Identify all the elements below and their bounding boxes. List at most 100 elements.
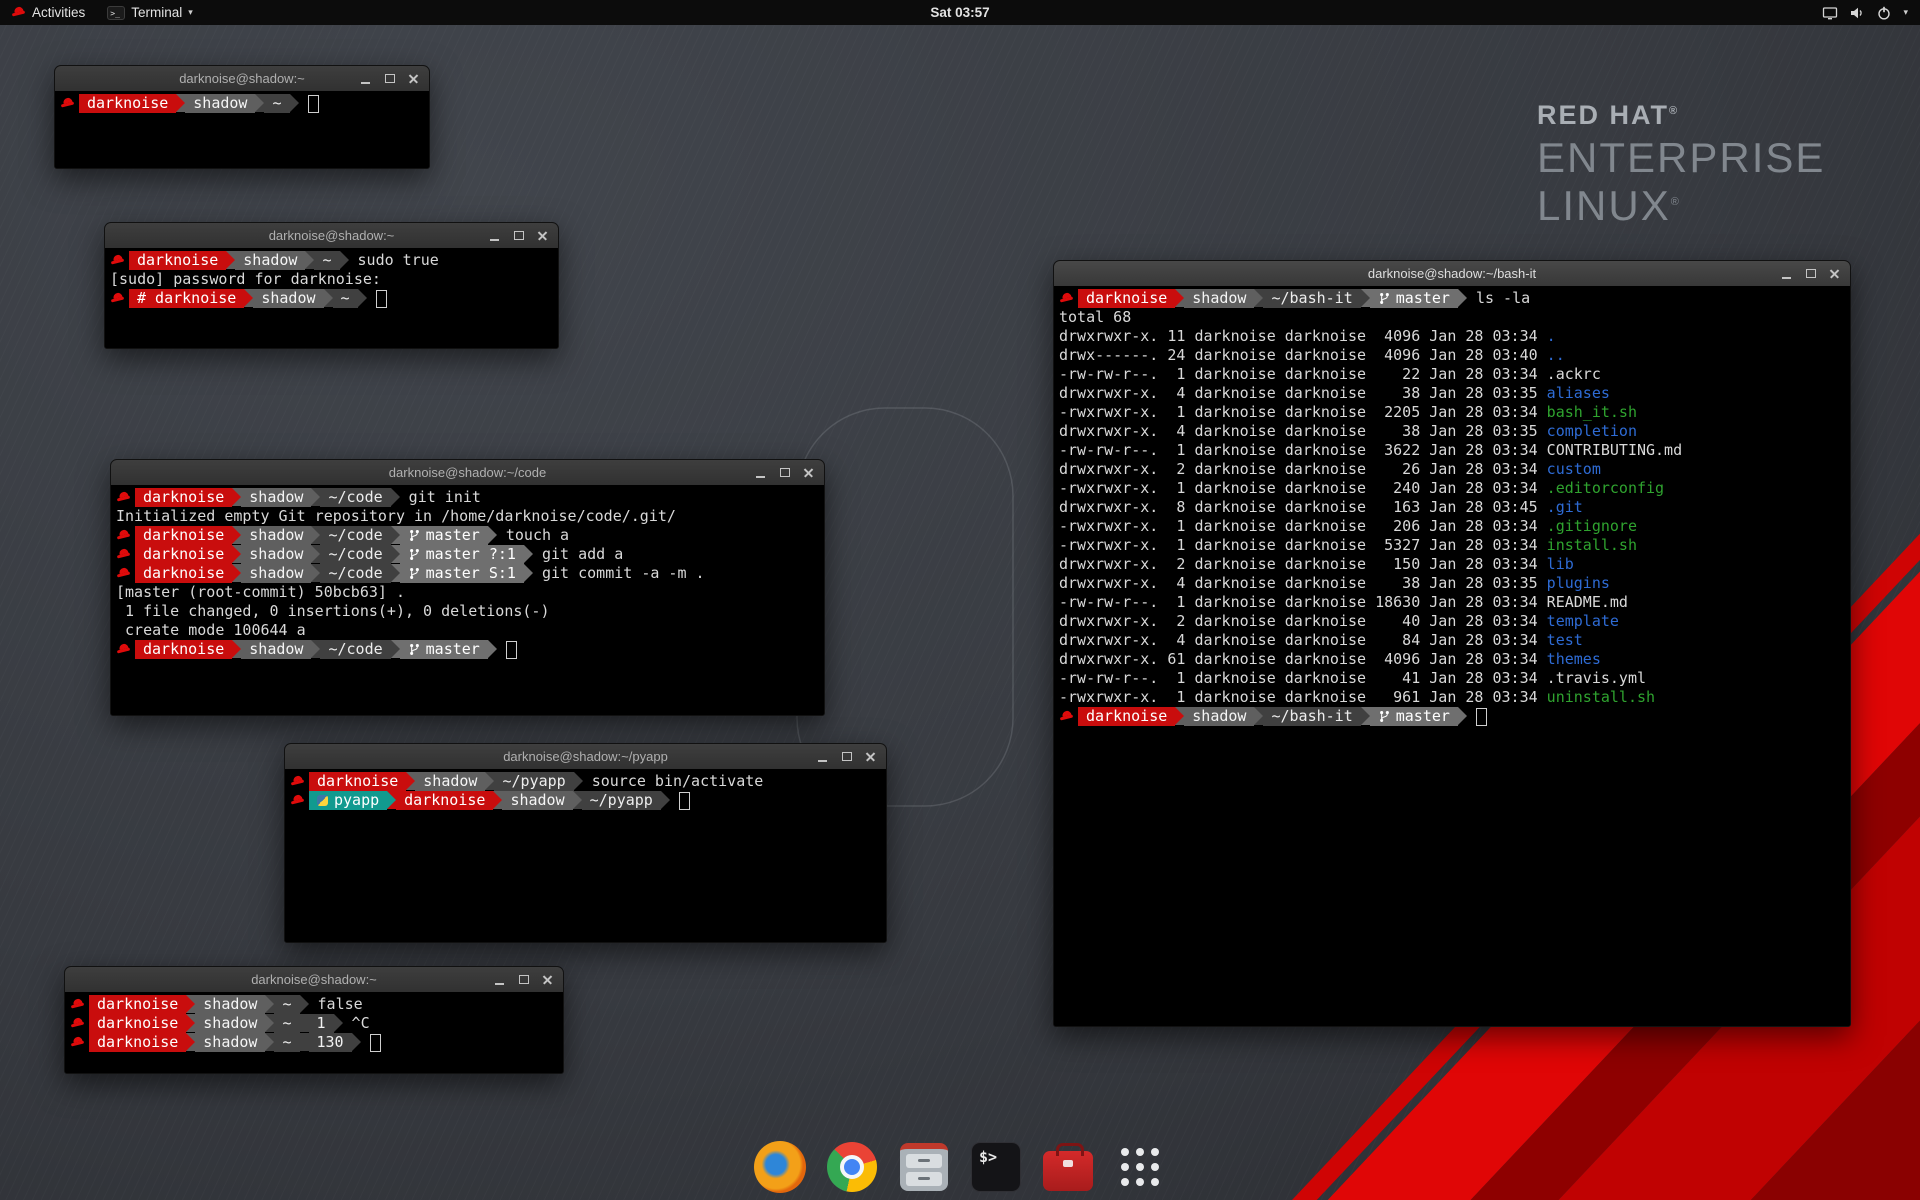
window-titlebar[interactable]: darknoise@shadow:~/bash-it <box>1054 261 1850 287</box>
display-icon[interactable] <box>1822 5 1838 21</box>
terminal-body[interactable]: darknoiseshadow~/bash-itmaster ls -latot… <box>1054 286 1850 1026</box>
terminal-window[interactable]: darknoise@shadow:~ darknoiseshadow~ fals… <box>64 966 564 1074</box>
terminal-text: template <box>1547 612 1619 631</box>
terminal-text: .git <box>1547 498 1583 517</box>
close-button[interactable] <box>533 226 552 245</box>
maximize-button[interactable] <box>837 747 856 766</box>
terminal-body[interactable]: darknoiseshadow~ falsedarknoiseshadow~1 … <box>65 992 563 1073</box>
prompt-segment-path: ~ <box>274 995 299 1014</box>
firefox-icon[interactable] <box>752 1139 808 1195</box>
prompt-segment-host: shadow <box>241 488 311 507</box>
terminal-line: [sudo] password for darknoise: <box>110 270 558 289</box>
minimize-button[interactable] <box>490 970 509 989</box>
file-cabinet-icon[interactable] <box>896 1139 952 1195</box>
window-titlebar[interactable]: darknoise@shadow:~/code <box>111 460 824 486</box>
activities-button[interactable]: Activities <box>0 0 96 25</box>
powerline-arrow <box>265 995 274 1013</box>
powerline-arrow <box>1254 707 1263 725</box>
close-button[interactable] <box>861 747 880 766</box>
powerline-arrow <box>300 995 309 1013</box>
branding-redhat: RED HAT® <box>1537 100 1825 131</box>
redhat-icon <box>1059 289 1075 308</box>
toolbox-icon[interactable] <box>1040 1139 1096 1195</box>
close-button[interactable] <box>538 970 557 989</box>
app-grid-icon[interactable] <box>1112 1139 1168 1195</box>
prompt-segment-path: ~ <box>274 1033 299 1052</box>
window-controls <box>356 69 423 88</box>
terminal-text: drwxrwxr-x. 11 darknoise darknoise 4096 … <box>1059 327 1547 346</box>
window-titlebar[interactable]: darknoise@shadow:~ <box>65 967 563 993</box>
close-button[interactable] <box>1825 264 1844 283</box>
maximize-button[interactable] <box>514 970 533 989</box>
powerline-arrow <box>406 772 415 790</box>
terminal-body[interactable]: darknoiseshadow~/code git initInitialize… <box>111 485 824 715</box>
terminal-body[interactable]: darknoiseshadow~/pyapp source bin/activa… <box>285 769 886 942</box>
terminal-text: .editorconfig <box>1547 479 1664 498</box>
terminal-window[interactable]: darknoise@shadow:~/bash-it darknoiseshad… <box>1053 260 1851 1027</box>
prompt-segment-user: darknoise <box>135 640 232 659</box>
minimize-button[interactable] <box>485 226 504 245</box>
minimize-button[interactable] <box>813 747 832 766</box>
app-menu-terminal[interactable]: >_ Terminal ▾ <box>96 0 204 25</box>
terminal-text: plugins <box>1547 574 1610 593</box>
terminal-text: -rw-rw-r--. 1 darknoise darknoise 3622 J… <box>1059 441 1682 460</box>
terminal-line: -rw-rw-r--. 1 darknoise darknoise 41 Jan… <box>1059 669 1850 688</box>
clock[interactable]: Sat 03:57 <box>930 5 989 20</box>
window-titlebar[interactable]: darknoise@shadow:~ <box>55 66 429 92</box>
window-titlebar[interactable]: darknoise@shadow:~ <box>105 223 558 249</box>
close-button[interactable] <box>799 463 818 482</box>
chrome-icon[interactable] <box>824 1139 880 1195</box>
terminal-text: -rwxrwxr-x. 1 darknoise darknoise 5327 J… <box>1059 536 1547 555</box>
terminal-cursor <box>308 95 319 113</box>
terminal-body[interactable]: darknoiseshadow~ sudo true[sudo] passwor… <box>105 248 558 348</box>
powerline-arrow <box>232 564 241 582</box>
prompt-segment-host: shadow <box>241 640 311 659</box>
terminal-line: drwxrwxr-x. 8 darknoise darknoise 163 Ja… <box>1059 498 1850 517</box>
minimize-button[interactable] <box>356 69 375 88</box>
powerline-arrow <box>574 772 583 790</box>
powerline-arrow <box>290 94 299 112</box>
system-tray[interactable]: ▾ <box>1822 0 1920 25</box>
prompt-segment-user: darknoise <box>1078 707 1175 726</box>
powerline-arrow <box>1175 289 1184 307</box>
maximize-button[interactable] <box>380 69 399 88</box>
terminal-icon[interactable]: $> <box>968 1139 1024 1195</box>
terminal-text: .. <box>1547 346 1565 365</box>
terminal-line: -rw-rw-r--. 1 darknoise darknoise 22 Jan… <box>1059 365 1850 384</box>
terminal-text: [master (root-commit) 50bcb63] . <box>116 583 405 602</box>
power-icon[interactable] <box>1876 5 1892 21</box>
terminal-text: create mode 100644 a <box>116 621 306 640</box>
volume-icon[interactable] <box>1849 5 1865 21</box>
terminal-window[interactable]: darknoise@shadow:~ darknoiseshadow~ sudo… <box>104 222 559 349</box>
powerline-arrow <box>300 1033 309 1051</box>
window-titlebar[interactable]: darknoise@shadow:~/pyapp <box>285 744 886 770</box>
terminal-line: darknoiseshadow~ <box>60 94 429 113</box>
minimize-button[interactable] <box>1777 264 1796 283</box>
terminal-text: false <box>309 995 363 1014</box>
prompt-segment-user: darknoise <box>79 94 176 113</box>
terminal-line: create mode 100644 a <box>116 621 824 640</box>
terminal-text: drwxrwxr-x. 61 darknoise darknoise 4096 … <box>1059 650 1547 669</box>
prompt-segment-git: master <box>400 526 488 545</box>
terminal-line: darknoiseshadow~/codemaster <box>116 640 824 659</box>
powerline-arrow <box>391 488 400 506</box>
powerline-arrow <box>352 1033 361 1051</box>
prompt-segment-git: master <box>1370 707 1458 726</box>
powerline-arrow <box>488 640 497 658</box>
terminal-line: -rwxrwxr-x. 1 darknoise darknoise 961 Ja… <box>1059 688 1850 707</box>
terminal-window[interactable]: darknoise@shadow:~/pyapp darknoiseshadow… <box>284 743 887 943</box>
maximize-button[interactable] <box>1801 264 1820 283</box>
redhat-icon <box>116 488 132 507</box>
window-title: darknoise@shadow:~/code <box>111 460 824 485</box>
terminal-body[interactable]: darknoiseshadow~ <box>55 91 429 168</box>
chevron-down-icon: ▾ <box>188 8 193 17</box>
terminal-window[interactable]: darknoise@shadow:~ darknoiseshadow~ <box>54 65 430 169</box>
minimize-button[interactable] <box>751 463 770 482</box>
terminal-window[interactable]: darknoise@shadow:~/code darknoiseshadow~… <box>110 459 825 716</box>
close-button[interactable] <box>404 69 423 88</box>
maximize-button[interactable] <box>509 226 528 245</box>
prompt-segment-host: shadow <box>241 564 311 583</box>
maximize-button[interactable] <box>775 463 794 482</box>
terminal-mini-icon: >_ <box>107 6 125 20</box>
python-icon <box>317 795 328 806</box>
